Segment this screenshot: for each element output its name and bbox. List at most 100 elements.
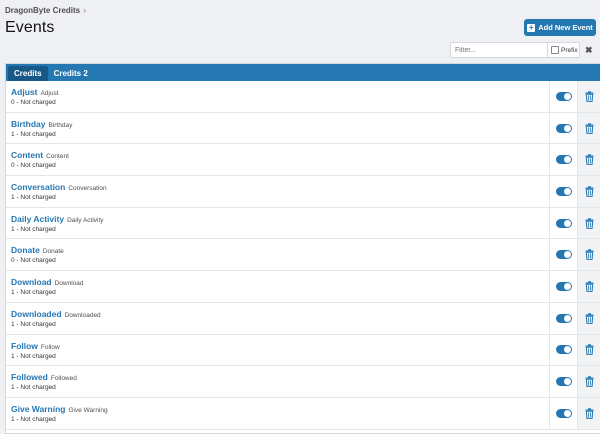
event-text: Followed Followed 1 - Not charged <box>11 372 77 391</box>
toggle-cell <box>549 334 577 366</box>
event-title-line: Follow Follow <box>11 341 60 351</box>
enable-toggle[interactable] <box>555 218 572 228</box>
event-title-line: Daily Activity Daily Activity <box>11 214 104 224</box>
toggle-knob <box>563 378 571 386</box>
event-description: 1 - Not charged <box>11 130 56 138</box>
add-new-event-button[interactable]: + Add New Event <box>524 19 596 36</box>
enable-toggle[interactable] <box>555 313 572 323</box>
delete-button[interactable] <box>577 239 600 271</box>
event-row: Adjust Adjust 0 - Not charged <box>6 81 600 113</box>
enable-toggle[interactable] <box>555 377 572 387</box>
enable-toggle[interactable] <box>555 155 572 165</box>
add-new-event-label: Add New Event <box>538 23 593 32</box>
event-description: 1 - Not charged <box>11 289 56 297</box>
event-text: Give Warning Give Warning 1 - Not charge… <box>11 404 108 423</box>
delete-button[interactable] <box>577 144 600 176</box>
event-row: Followed Followed 1 - Not charged <box>6 366 600 398</box>
tab-credits-2[interactable]: Credits 2 <box>48 66 94 81</box>
toggle-knob <box>563 251 571 259</box>
delete-button[interactable] <box>577 81 600 112</box>
event-description: 1 - Not charged <box>11 415 56 423</box>
event-subtitle: Donate <box>42 248 64 256</box>
event-text: Content Content 0 - Not charged <box>11 150 69 169</box>
filter-box: Prefix <box>450 42 580 58</box>
event-name-link[interactable]: Adjust <box>11 87 37 97</box>
event-text: Daily Activity Daily Activity 1 - Not ch… <box>11 214 104 233</box>
delete-button[interactable] <box>577 334 600 366</box>
event-text: Downloaded Downloaded 1 - Not charged <box>11 309 101 328</box>
event-subtitle: Daily Activity <box>67 216 104 224</box>
event-subtitle: Download <box>54 280 84 288</box>
event-subtitle: Content <box>46 153 69 161</box>
event-name-link[interactable]: Conversation <box>11 182 65 192</box>
delete-button[interactable] <box>577 397 600 429</box>
trash-icon <box>585 186 594 197</box>
delete-button[interactable] <box>577 207 600 239</box>
event-title-line: Downloaded Downloaded <box>11 309 101 319</box>
event-name-link[interactable]: Content <box>11 150 43 160</box>
event-name-link[interactable]: Follow <box>11 341 38 351</box>
toggle-cell <box>549 239 577 271</box>
event-text: Download Download 1 - Not charged <box>11 277 84 296</box>
toggle-knob <box>563 219 571 227</box>
event-title-line: Followed Followed <box>11 372 77 382</box>
event-description: 1 - Not charged <box>11 194 56 202</box>
breadcrumb-link[interactable]: DragonByte Credits <box>5 6 80 15</box>
toggle-cell <box>549 271 577 302</box>
delete-button[interactable] <box>577 271 600 302</box>
event-subtitle: Followed <box>50 375 77 383</box>
event-name-link[interactable]: Daily Activity <box>11 214 64 224</box>
breadcrumb-separator: › <box>83 5 87 15</box>
toggle-cell <box>549 112 577 144</box>
event-subtitle: Birthday <box>48 121 73 129</box>
event-text: Adjust Adjust 0 - Not charged <box>11 87 59 106</box>
event-name-link[interactable]: Give Warning <box>11 404 65 414</box>
toggle-knob <box>563 92 571 100</box>
event-title-line: Conversation Conversation <box>11 182 107 192</box>
event-description: 1 - Not charged <box>11 225 56 233</box>
event-title-line: Content Content <box>11 150 69 160</box>
toggle-knob <box>563 314 571 322</box>
toggle-cell <box>549 397 577 429</box>
event-name-link[interactable]: Download <box>11 277 52 287</box>
event-description: 0 - Not charged <box>11 257 56 265</box>
toggle-knob <box>563 346 571 354</box>
event-name-link[interactable]: Birthday <box>11 119 45 129</box>
delete-button[interactable] <box>577 176 600 207</box>
enable-toggle[interactable] <box>555 345 572 355</box>
event-row: Donate Donate 0 - Not charged <box>6 239 600 272</box>
toggle-cell <box>549 302 577 334</box>
event-text: Birthday Birthday 1 - Not charged <box>11 119 72 138</box>
toggle-knob <box>563 187 571 195</box>
prefix-checkbox[interactable]: Prefix <box>547 43 578 57</box>
tab-credits[interactable]: Credits <box>8 66 48 81</box>
delete-button[interactable] <box>577 112 600 144</box>
toggle-cell <box>549 144 577 176</box>
delete-button[interactable] <box>577 302 600 334</box>
enable-toggle[interactable] <box>555 123 572 133</box>
event-title-line: Donate Donate <box>11 245 64 255</box>
enable-toggle[interactable] <box>555 91 572 101</box>
event-text: Donate Donate 0 - Not charged <box>11 245 64 264</box>
enable-toggle[interactable] <box>555 186 572 196</box>
event-subtitle: Conversation <box>68 185 107 193</box>
toggle-cell <box>549 207 577 239</box>
event-name-link[interactable]: Followed <box>11 372 48 382</box>
filter-input[interactable] <box>451 43 547 57</box>
enable-toggle[interactable] <box>555 250 572 260</box>
event-description: 0 - Not charged <box>11 99 56 106</box>
toggle-knob <box>563 409 571 417</box>
event-subtitle: Adjust <box>40 90 59 97</box>
delete-button[interactable] <box>577 366 600 397</box>
plus-icon: + <box>527 22 536 32</box>
event-row: Content Content 0 - Not charged <box>6 144 600 177</box>
enable-toggle[interactable] <box>555 281 572 291</box>
clear-filter-icon[interactable]: ✖ <box>585 45 593 56</box>
event-subtitle: Follow <box>40 343 60 351</box>
event-name-link[interactable]: Donate <box>11 245 40 255</box>
event-title-line: Give Warning Give Warning <box>11 404 108 414</box>
event-row: Conversation Conversation 1 - Not charge… <box>6 176 600 208</box>
event-name-link[interactable]: Downloaded <box>11 309 62 319</box>
enable-toggle[interactable] <box>555 408 572 418</box>
toggle-knob <box>563 156 571 164</box>
